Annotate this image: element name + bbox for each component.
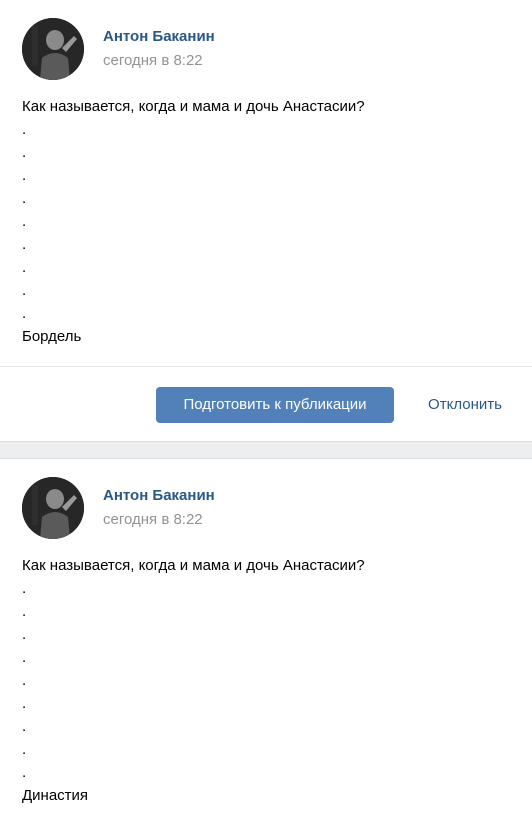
post-text-line: Бордель [22, 328, 82, 345]
post-text-line: . [22, 672, 27, 689]
post-text-line: . [22, 305, 27, 322]
post-text-line: . [22, 741, 27, 758]
post-text-line: . [22, 144, 27, 161]
suggested-post-1: Антон Баканин сегодня в 8:22 Как называе… [0, 0, 532, 366]
post-text-line: . [22, 649, 27, 666]
suggested-post-2: Антон Баканин сегодня в 8:22 Как называе… [0, 459, 532, 815]
post-text-line: . [22, 213, 27, 230]
post-text-line: . [22, 695, 27, 712]
post-text-line: . [22, 718, 27, 735]
post-text-line: . [22, 580, 27, 597]
prepare-for-publication-button[interactable]: Подготовить к публикации [156, 387, 394, 423]
post-text-line: Династия [22, 787, 89, 804]
post-text-line: . [22, 626, 27, 643]
post-text-line: . [22, 259, 27, 276]
post-time[interactable]: сегодня в 8:22 [103, 52, 203, 69]
post-text-line: . [22, 236, 27, 253]
post-time[interactable]: сегодня в 8:22 [103, 511, 203, 528]
avatar[interactable] [22, 18, 84, 80]
post-text: Как называется, когда и мама и дочь Анас… [22, 554, 365, 807]
author-name-link[interactable]: Антон Баканин [103, 487, 215, 504]
post-text-line: . [22, 190, 27, 207]
post-text-line: . [22, 764, 27, 781]
post-text-line: . [22, 167, 27, 184]
post-text: Как называется, когда и мама и дочь Анас… [22, 95, 365, 348]
reject-button[interactable]: Отклонить [410, 387, 520, 423]
feed-separator [0, 441, 532, 459]
avatar-photo-icon [22, 477, 84, 539]
post-text-line: . [22, 282, 27, 299]
avatar[interactable] [22, 477, 84, 539]
post-actions-bar: Подготовить к публикации Отклонить [0, 366, 532, 441]
post-text-line: . [22, 121, 27, 138]
avatar-photo-icon [22, 18, 84, 80]
post-text-line: Как называется, когда и мама и дочь Анас… [22, 557, 365, 574]
post-text-line: . [22, 603, 27, 620]
post-text-line: Как называется, когда и мама и дочь Анас… [22, 98, 365, 115]
author-name-link[interactable]: Антон Баканин [103, 28, 215, 45]
